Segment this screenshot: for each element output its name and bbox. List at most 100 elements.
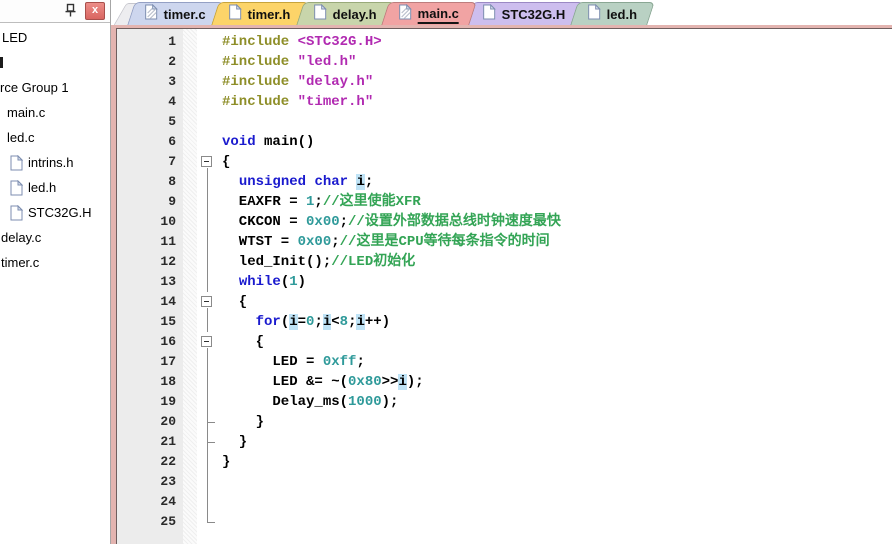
keil-ide-window: x LED rce Group 1 main.c led.c intrins.h led.…	[0, 0, 892, 544]
code-token: i	[356, 174, 365, 190]
line-number: 5	[168, 114, 176, 129]
tree-item-label: rce Group 1	[0, 80, 69, 95]
code-token: LED =	[222, 354, 323, 370]
code-token: while	[238, 274, 281, 290]
file-icon	[10, 179, 23, 196]
tab-label: STC32G.H	[501, 6, 565, 22]
tree-item-label: led.h	[28, 180, 57, 195]
tree-item-STC32G.H[interactable]: STC32G.H	[0, 200, 110, 225]
tab-content: STC32G.H	[482, 3, 565, 25]
fold-row	[197, 432, 218, 452]
tree-item-timer.c[interactable]: timer.c	[0, 250, 110, 275]
tree-item-intrins.h[interactable]: intrins.h	[0, 150, 110, 175]
code-line: }	[218, 432, 892, 452]
code-line: CKCON = 0x00;//设置外部数据总线时钟速度最快	[218, 212, 892, 232]
code-line: LED = 0xff;	[218, 352, 892, 372]
code-token: >>	[381, 374, 399, 390]
fold-row	[197, 332, 218, 352]
code-token: #include	[222, 74, 298, 90]
fold-collapse-box[interactable]	[201, 156, 212, 167]
fold-collapse-box[interactable]	[201, 296, 212, 307]
code-token: #include	[222, 34, 298, 50]
tab-led.h[interactable]: led.h	[570, 2, 656, 25]
tab-STC32G.H[interactable]: STC32G.H	[464, 2, 583, 25]
tab-label: timer.h	[247, 6, 291, 22]
fold-collapse-box[interactable]	[201, 336, 212, 347]
code-line: while(1)	[218, 272, 892, 292]
code-token: {	[222, 154, 231, 170]
truncated-item-fragment	[0, 57, 3, 68]
line-number: 16	[160, 334, 176, 349]
fold-line	[207, 472, 208, 492]
fold-row	[197, 372, 218, 392]
code-token: );	[406, 374, 424, 390]
tree-item-fragment[interactable]	[0, 50, 110, 75]
tree-item-label: intrins.h	[28, 155, 74, 170]
code-token: //这里使能XFR	[322, 194, 421, 210]
tree-item-LED[interactable]: LED	[0, 25, 110, 50]
code-token: void	[222, 134, 256, 150]
line-number: 24	[160, 494, 176, 509]
tab-timer.h[interactable]: timer.h	[211, 2, 309, 25]
fold-line	[207, 232, 208, 252]
code-line: #include "delay.h"	[218, 72, 892, 92]
code-token: 1000	[348, 394, 382, 410]
fold-row	[197, 512, 218, 532]
code-token: {	[222, 294, 248, 310]
line-number: 4	[168, 94, 176, 109]
code-line: }	[218, 452, 892, 472]
code-token: i	[322, 314, 332, 330]
line-number-gutter: 1 2 3 4 5 6 7 8 9 10 11 12 13 14 15 16 17 18 19 20 21 22 23 24 2…	[117, 29, 183, 544]
tree-item-led.h[interactable]: led.h	[0, 175, 110, 200]
tab-main.c[interactable]: main.c	[381, 2, 478, 25]
code-token: 1	[289, 274, 298, 290]
tab-label: led.h	[606, 6, 638, 22]
line-number: 15	[160, 314, 176, 329]
tree-item-delay.c[interactable]: delay.c	[0, 225, 110, 250]
tree-item-label: STC32G.H	[28, 205, 92, 220]
line-number: 20	[160, 414, 176, 429]
close-icon[interactable]: x	[85, 2, 105, 20]
line-number: 3	[168, 74, 176, 89]
project-panel-header: x	[0, 0, 110, 23]
fold-row	[197, 412, 218, 432]
code-token: "led.h"	[297, 54, 357, 70]
code-line: #include <STC32G.H>	[218, 32, 892, 52]
tab-timer.c[interactable]: timer.c	[127, 2, 224, 25]
tab-delay.h[interactable]: delay.h	[295, 2, 395, 25]
fold-line	[207, 312, 208, 332]
code-token: ;	[314, 314, 323, 330]
fold-line	[207, 252, 208, 272]
tree-item-main.c[interactable]: main.c	[0, 100, 110, 125]
fold-row	[197, 492, 218, 512]
line-number: 1	[168, 34, 176, 49]
code-token: "timer.h"	[297, 94, 374, 110]
pin-icon[interactable]	[63, 3, 78, 18]
project-tree: LED rce Group 1 main.c led.c intrins.h led.h S…	[0, 23, 110, 275]
fold-row	[197, 72, 218, 92]
tree-item-led.c[interactable]: led.c	[0, 125, 110, 150]
code-token: }	[222, 414, 265, 430]
fold-row	[197, 472, 218, 492]
code-pane[interactable]: #include <STC32G.H> #include "led.h" #incl…	[218, 29, 892, 544]
code-token: "delay.h"	[297, 74, 374, 90]
code-token: ;	[314, 194, 323, 210]
editor-frame-inner: 1 2 3 4 5 6 7 8 9 10 11 12 13 14 15 16 17 18 19 20 21 22 23 24 2…	[116, 28, 892, 544]
code-token: LED &= ~(	[222, 374, 349, 390]
document-icon	[399, 3, 413, 25]
fold-row	[197, 32, 218, 52]
code-line: led_Init();//LED初始化	[218, 252, 892, 272]
tree-item-rce Group 1[interactable]: rce Group 1	[0, 75, 110, 100]
code-token: }	[222, 434, 248, 450]
code-line: #include "led.h"	[218, 52, 892, 72]
fold-row	[197, 192, 218, 212]
code-token: ++)	[364, 314, 391, 330]
fold-end-tick	[207, 422, 215, 423]
code-token: =	[297, 314, 307, 330]
document-icon	[145, 3, 159, 25]
code-token: 0x00	[297, 234, 332, 250]
